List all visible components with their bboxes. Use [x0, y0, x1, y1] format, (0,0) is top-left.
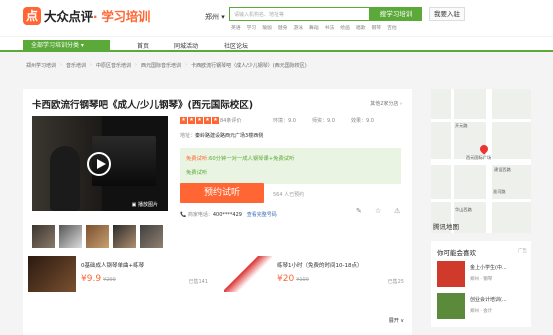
promo-free-trial[interactable]: 免费试听 [186, 168, 395, 176]
shop-title: 卡西欧流行钢琴吧《成人/少儿钢琴》(西元国际校区) [32, 100, 254, 111]
hot-keyword[interactable]: 学习 [247, 24, 257, 31]
favorite-icon[interactable]: ☆ [375, 207, 381, 215]
ad-label: 广告 [518, 249, 527, 254]
photo-thumbnail[interactable] [32, 225, 55, 248]
hot-keyword[interactable]: 舞蹈 [309, 24, 319, 31]
photo-thumbnail[interactable] [86, 225, 109, 248]
brand-name: 大众点评 [44, 9, 93, 24]
breadcrumb-current: 卡西欧流行钢琴吧（成人/少儿钢琴）(西元国际校区) [191, 63, 307, 69]
star-icon: ★ [188, 117, 195, 124]
dianping-logo-icon: 点 [23, 6, 41, 25]
hot-keywords: 英语 学习 瑜伽 健身 游泳 舞蹈 书法 绘画 唱歌 钢琴 吉他 [231, 24, 397, 31]
promo-lesson[interactable]: 免费试听:60分钟一对一成人钢琴课+免费试听 [186, 154, 395, 162]
deal-card[interactable]: 0基础成人钢琴单曲+练琴 ¥9.9 ¥299 已售141 [28, 256, 210, 316]
view-phone-link[interactable]: 查看完整号码 [247, 212, 277, 218]
video-player[interactable]: ▣ 播放图片 [32, 116, 168, 211]
book-trial-button[interactable]: 预约试听 [180, 183, 264, 203]
edit-icon[interactable]: ✎ [356, 207, 362, 215]
star-icon: ★ [180, 117, 187, 124]
nav-events[interactable]: 同城活动 [174, 41, 198, 50]
join-button[interactable]: 我要入驻 [429, 7, 465, 21]
expand-more[interactable]: 展开 ∨ [389, 317, 404, 324]
other-branches-link[interactable]: 其他2家分店 › [370, 100, 402, 107]
photo-thumbnail[interactable] [140, 225, 163, 248]
hot-keyword[interactable]: 吉他 [387, 24, 397, 31]
recommend-item[interactable]: 金上小学生(中... 郑州 · 钢琴 [437, 261, 527, 289]
photo-thumbnails [32, 225, 163, 248]
breadcrumb-item[interactable]: 中原区音乐培训 [96, 62, 131, 69]
nav-home[interactable]: 首页 [137, 41, 149, 50]
nav-forum[interactable]: 社区论坛 [224, 41, 248, 50]
breadcrumb-item[interactable]: 西元国际音乐培训 [141, 62, 181, 69]
play-icon[interactable] [87, 152, 111, 176]
brand-sub: · 学习培训 [92, 9, 151, 24]
phone-info: 📞 商家电话：400****429 查看完整号码 [180, 212, 277, 218]
breadcrumb-item[interactable]: 音乐培训 [66, 62, 86, 69]
category-menu[interactable]: 全部学习培训分类 ▾ [23, 40, 110, 52]
hot-keyword[interactable]: 唱歌 [356, 24, 366, 31]
hot-keyword[interactable]: 书法 [325, 24, 335, 31]
deal-photo [224, 256, 272, 292]
deals-section: 0基础成人钢琴单曲+练琴 ¥9.9 ¥299 已售141 练琴1小时（免费的时间1… [23, 249, 412, 327]
hot-keyword[interactable]: 游泳 [293, 24, 303, 31]
photo-thumbnail[interactable] [113, 225, 136, 248]
star-icon: ★ [212, 117, 219, 124]
breadcrumb-item[interactable]: 郑州学习培训 [26, 62, 56, 69]
score-effect: 效果：9.0 [351, 118, 374, 124]
hot-keyword[interactable]: 绘画 [340, 24, 350, 31]
promo-box: 免费试听:60分钟一对一成人钢琴课+免费试听 免费试听 [180, 148, 401, 184]
main-nav: 全部学习培训分类 ▾ 首页 同城活动 社区论坛 [0, 37, 553, 52]
deal-photo [28, 256, 76, 292]
video-photo-label[interactable]: ▣ 播放图片 [132, 201, 158, 208]
hot-keyword[interactable]: 瑜伽 [262, 24, 272, 31]
hot-keyword[interactable]: 钢琴 [371, 24, 381, 31]
review-count[interactable]: 84条评价 [220, 117, 241, 124]
report-icon[interactable]: ⚠ [394, 207, 400, 215]
star-icon: ★ [204, 117, 211, 124]
recommend-photo [437, 261, 465, 287]
search-input[interactable]: 请输入机构名、地址等 [229, 7, 370, 21]
photo-thumbnail[interactable] [59, 225, 82, 248]
phone-number: 400****429 [212, 212, 242, 218]
deal-card[interactable]: 练琴1小时（免费的时间10-18点） ¥20 ¥100 已售25 [224, 256, 406, 316]
recommend-item[interactable]: 创业会计培训(... 郑州 · 会计 [437, 293, 527, 321]
header: 点 大众点评· 学习培训 郑州 ▾ 请输入机构名、地址等 搜学习培训 我要入驻 … [0, 0, 553, 36]
recommend-panel: 你可能会喜欢 广告 金上小学生(中... 郑州 · 钢琴 创业会计培训(... … [431, 241, 531, 327]
address: 地址：秦岭路建设路西元广场3楼西侧 [180, 133, 264, 139]
recommend-photo [437, 293, 465, 319]
recommend-title: 你可能会喜欢 [437, 249, 476, 257]
brand-logo[interactable]: 点 大众点评· 学习培训 [23, 6, 150, 25]
star-icon: ★ [196, 117, 203, 124]
trial-count: 564 人已预约 [273, 192, 305, 198]
score-teachers: 师资：9.0 [312, 118, 335, 124]
star-rating: ★ ★ ★ ★ ★ [180, 117, 219, 124]
hot-keyword[interactable]: 健身 [278, 24, 288, 31]
search-button[interactable]: 搜学习培训 [370, 7, 422, 21]
map-logo: 腾讯地图 [433, 223, 459, 231]
location-map[interactable]: 西元国际广场 建设西路 华山西路 开元路 淮河路 腾讯地图 [431, 89, 531, 233]
score-environment: 环境：9.0 [273, 118, 296, 124]
breadcrumb: 郑州学习培训 › 音乐培训 › 中原区音乐培训 › 西元国际音乐培训 › 卡西欧流行钢琴… [26, 62, 307, 69]
hot-keyword[interactable]: 英语 [231, 24, 241, 31]
city-selector[interactable]: 郑州 ▾ [205, 12, 225, 22]
